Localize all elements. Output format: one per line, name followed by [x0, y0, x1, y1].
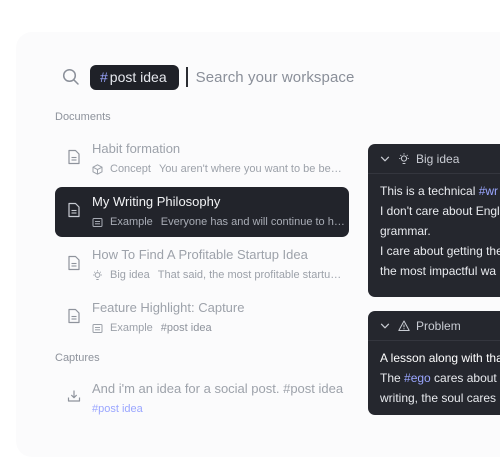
item-type: Big idea: [110, 269, 150, 281]
section-label-captures: Captures: [55, 352, 100, 364]
card-line: the most impactful wa: [380, 264, 497, 278]
card-tag-link[interactable]: #wr: [479, 184, 498, 198]
card-title: Big idea: [416, 151, 460, 166]
item-meta: Example #post idea: [92, 322, 347, 334]
chevron-down-icon[interactable]: [380, 321, 390, 331]
item-snippet: Everyone has and will continue to have..…: [160, 216, 347, 228]
inbox-download-icon: [67, 390, 81, 402]
capture-meta: #post idea: [92, 403, 347, 415]
capture-item[interactable]: And i'm an idea for a social post. #post…: [55, 374, 349, 424]
chevron-down-icon[interactable]: [380, 154, 390, 164]
item-title: Habit formation: [92, 141, 181, 156]
document-icon: [68, 308, 80, 324]
card-tag-link[interactable]: #ego: [404, 371, 431, 385]
card-title: Problem: [416, 318, 461, 333]
example-icon: [92, 323, 103, 333]
card-line: I don't care about Engl: [380, 204, 500, 218]
tag-hash: #: [100, 69, 108, 85]
capture-tag[interactable]: #post idea: [92, 403, 143, 415]
lightbulb-icon: [93, 269, 102, 280]
card-body: A lesson along with tha The #ego cares a…: [368, 341, 500, 408]
item-type: Example: [110, 216, 153, 228]
item-meta: Concept You aren't where you want to be …: [92, 163, 347, 175]
tag-chip-label: post idea: [109, 69, 167, 85]
example-icon: [92, 217, 103, 227]
item-type: Example: [110, 322, 153, 334]
search-tag-chip[interactable]: # post idea: [90, 64, 179, 90]
search-icon: [62, 68, 79, 85]
section-label-documents: Documents: [55, 111, 111, 123]
card-text: This is a technical: [380, 184, 479, 198]
list-item[interactable]: How To Find A Profitable Startup Idea Bi…: [55, 240, 349, 290]
card-line: writing, the soul cares: [380, 391, 497, 405]
document-icon: [68, 202, 80, 218]
card-line: grammar.: [380, 224, 431, 238]
problem-card: Problem A lesson along with tha The #ego…: [368, 311, 500, 415]
search-input[interactable]: Search your workspace: [196, 69, 355, 86]
document-icon: [68, 149, 80, 165]
list-item[interactable]: Habit formation Concept You aren't where…: [55, 134, 349, 184]
item-type: Concept: [110, 163, 151, 175]
item-title: How To Find A Profitable Startup Idea: [92, 247, 308, 262]
card-line: This is a technical #wr: [380, 181, 498, 201]
item-snippet: You aren't where you want to be becau...: [158, 163, 347, 175]
card-body: This is a technical #wr I don't care abo…: [368, 174, 500, 281]
card-line: A lesson along with tha: [380, 351, 500, 365]
card-line: I care about getting the: [380, 244, 500, 258]
item-meta: Example Everyone has and will continue t…: [92, 216, 347, 228]
card-header[interactable]: Big idea: [368, 144, 500, 174]
big-idea-card: Big idea This is a technical #wr I don't…: [368, 144, 500, 297]
text-caret: [185, 67, 188, 87]
card-header[interactable]: Problem: [368, 311, 500, 341]
item-snippet: That said, the most profitable startup i…: [157, 269, 347, 281]
document-icon: [68, 255, 80, 271]
capture-title: And i'm an idea for a social post. #post…: [92, 381, 344, 396]
list-item-selected[interactable]: My Writing Philosophy Example Everyone h…: [55, 187, 349, 237]
card-line: The #ego cares about: [380, 368, 497, 388]
search-bar[interactable]: # post idea Search your workspace: [62, 64, 354, 90]
item-title: My Writing Philosophy: [92, 194, 221, 209]
warning-icon: [398, 320, 410, 331]
item-title: Feature Highlight: Capture: [92, 300, 245, 315]
item-meta: Big idea That said, the most profitable …: [92, 269, 347, 281]
list-item[interactable]: Feature Highlight: Capture Example #post…: [55, 293, 349, 343]
card-text: The: [380, 371, 405, 385]
card-text: cares about: [430, 371, 497, 385]
lightbulb-icon: [399, 152, 409, 164]
concept-icon: [92, 163, 103, 175]
item-tag: #post idea: [160, 322, 212, 334]
